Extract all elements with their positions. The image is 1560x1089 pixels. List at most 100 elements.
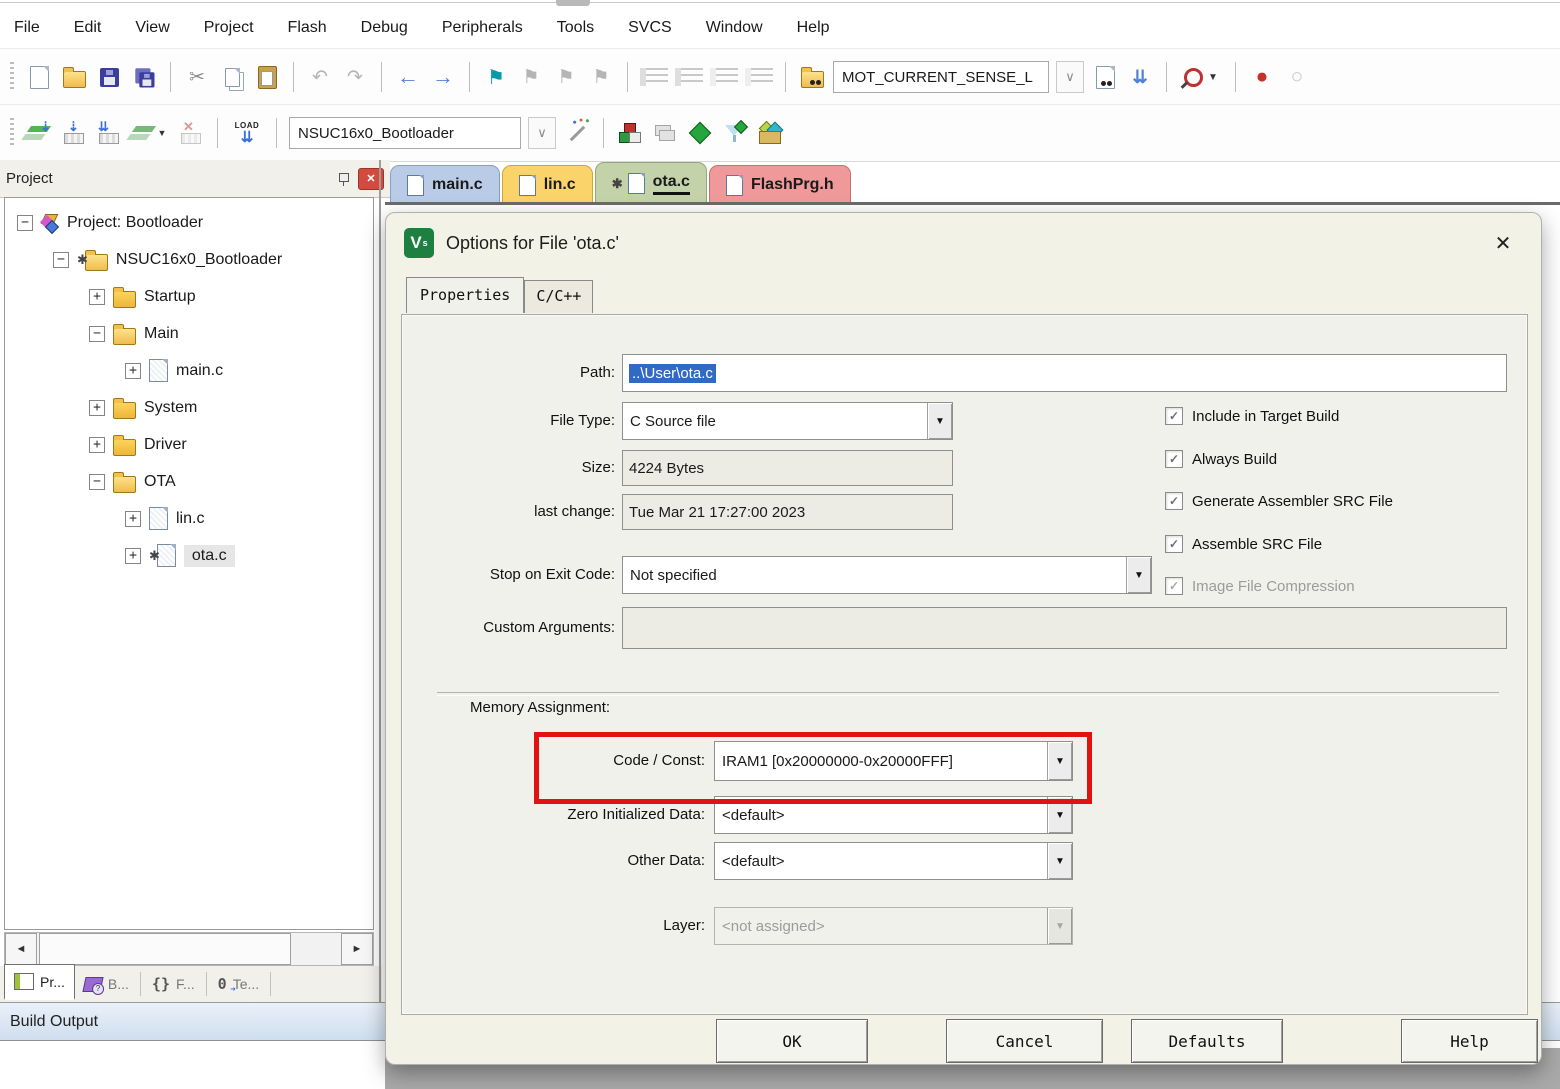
path-input[interactable]: ..\User\ota.c <box>622 354 1507 392</box>
checkbox-always-build[interactable]: ✓ Always Build <box>1165 450 1277 468</box>
tree-row-system[interactable]: + System <box>5 389 373 426</box>
tree-row-startup[interactable]: + Startup <box>5 278 373 315</box>
menu-tools[interactable]: Tools <box>557 19 594 37</box>
menu-help[interactable]: Help <box>797 19 830 37</box>
expand-icon[interactable]: + <box>89 289 105 305</box>
checkbox-assemble-src[interactable]: ✓ Assemble SRC File <box>1165 535 1322 553</box>
dropdown-arrow-icon[interactable]: ▼ <box>1126 557 1151 593</box>
run-to-cursor-button[interactable]: ▼ <box>1179 63 1223 91</box>
navigate-forward-button[interactable]: → <box>429 63 457 91</box>
tree-row-ota-c[interactable]: + ✱ ota.c <box>5 537 373 574</box>
tree-row-main-group[interactable]: − Main <box>5 315 373 352</box>
dropdown-arrow-icon[interactable]: ▼ <box>1047 843 1072 879</box>
redo-button[interactable]: ↷ <box>341 63 369 91</box>
checkbox-generate-assembler-src[interactable]: ✓ Generate Assembler SRC File <box>1165 492 1393 510</box>
help-button[interactable]: Help <box>1401 1019 1538 1063</box>
tree-row-main-c[interactable]: + main.c <box>5 352 373 389</box>
collapse-icon[interactable]: − <box>17 215 33 231</box>
collapse-icon[interactable]: − <box>53 252 69 268</box>
rebuild-button[interactable]: ⇊ <box>95 119 123 147</box>
manage-project-items-button[interactable] <box>616 119 644 147</box>
menu-window[interactable]: Window <box>706 19 763 37</box>
cancel-button[interactable]: Cancel <box>946 1019 1103 1063</box>
indent-right-button[interactable] <box>675 63 703 91</box>
dropdown-arrow-icon[interactable]: ▼ <box>927 403 952 439</box>
build-button[interactable]: ⇣ <box>60 119 88 147</box>
menu-flash[interactable]: Flash <box>288 19 327 37</box>
scroll-left-button[interactable]: ◄ <box>5 933 37 965</box>
menu-peripherals[interactable]: Peripherals <box>442 19 523 37</box>
tab-properties[interactable]: Properties <box>406 277 524 313</box>
editor-tab-flashprg-h[interactable]: FlashPrg.h <box>709 165 851 204</box>
translate-button[interactable]: ⇣ <box>25 119 53 147</box>
target-combobox[interactable]: NSUC16x0_Bootloader <box>289 117 521 149</box>
tab-books[interactable]: B... <box>75 966 138 1002</box>
tab-project[interactable]: Pr... <box>4 964 75 1000</box>
undo-button[interactable]: ↶ <box>306 63 334 91</box>
stop-on-exit-combobox[interactable]: Not specified ▼ <box>622 556 1152 594</box>
dialog-close-button[interactable]: ✕ <box>1489 229 1517 257</box>
pin-icon[interactable] <box>338 172 348 186</box>
checkbox-checked-icon[interactable]: ✓ <box>1165 450 1183 468</box>
checkbox-checked-icon[interactable]: ✓ <box>1165 407 1183 425</box>
scroll-thumb[interactable] <box>39 933 291 965</box>
incremental-find-button[interactable]: ⇊ <box>1126 63 1154 91</box>
dialog-titlebar[interactable]: Vs Options for File 'ota.c' <box>386 213 1541 273</box>
expand-icon[interactable]: + <box>125 548 141 564</box>
uncomment-button[interactable] <box>745 63 773 91</box>
indent-left-button[interactable] <box>640 63 668 91</box>
target-dropdown-button[interactable]: ∨ <box>528 117 556 149</box>
manage-rte-button[interactable] <box>686 119 714 147</box>
select-packs-button[interactable] <box>721 119 749 147</box>
ok-button[interactable]: OK <box>716 1019 868 1063</box>
other-data-combobox[interactable]: <default> ▼ <box>714 842 1073 880</box>
menu-project[interactable]: Project <box>204 19 254 37</box>
bookmark-toggle-button[interactable]: ⚑ <box>482 63 510 91</box>
toolbar-grip[interactable] <box>10 62 14 92</box>
comment-button[interactable] <box>710 63 738 91</box>
target-options-wand-button[interactable] <box>563 119 591 147</box>
tree-row-ota-group[interactable]: − OTA <box>5 463 373 500</box>
checkbox-checked-icon[interactable]: ✓ <box>1165 535 1183 553</box>
checkbox-include-in-target-build[interactable]: ✓ Include in Target Build <box>1165 407 1339 425</box>
cut-button[interactable]: ✂ <box>183 63 211 91</box>
menu-view[interactable]: View <box>135 19 169 37</box>
expand-icon[interactable]: + <box>89 437 105 453</box>
tree-row-project[interactable]: − Project: Bootloader <box>5 204 373 241</box>
insert-breakpoint-button[interactable]: ● <box>1248 63 1276 91</box>
expand-icon[interactable]: + <box>89 400 105 416</box>
collapse-icon[interactable]: − <box>89 474 105 490</box>
bookmark-next-button[interactable]: ⚑ <box>552 63 580 91</box>
new-file-button[interactable] <box>25 63 53 91</box>
search-dropdown-button[interactable]: ∨ <box>1056 61 1084 93</box>
search-combobox[interactable]: MOT_CURRENT_SENSE_L <box>833 61 1049 93</box>
bookmark-clear-button[interactable]: ⚑ <box>587 63 615 91</box>
pack-installer-button[interactable] <box>756 119 784 147</box>
tab-c-cpp[interactable]: C/C++ <box>524 280 593 313</box>
collapse-icon[interactable]: − <box>89 326 105 342</box>
expand-icon[interactable]: + <box>125 511 141 527</box>
editor-tab-lin-c[interactable]: lin.c <box>502 165 593 204</box>
find-in-files-button[interactable] <box>798 63 826 91</box>
menu-edit[interactable]: Edit <box>74 19 102 37</box>
stop-build-button[interactable]: ✕ <box>177 119 205 147</box>
save-button[interactable] <box>95 63 123 91</box>
tree-hscrollbar[interactable]: ◄ ► <box>4 932 374 966</box>
disable-breakpoint-button[interactable]: ○ <box>1283 63 1311 91</box>
bookmark-prev-button[interactable]: ⚑ <box>517 63 545 91</box>
file-extensions-button[interactable] <box>651 119 679 147</box>
tab-templates[interactable]: 0 Te... <box>209 966 269 1002</box>
editor-tab-main-c[interactable]: main.c <box>390 165 500 204</box>
menu-svcs[interactable]: SVCS <box>628 19 672 37</box>
editor-tab-ota-c[interactable]: ✱ ota.c <box>595 162 707 204</box>
download-button[interactable]: LOAD ⇊ <box>230 122 264 145</box>
copy-button[interactable] <box>218 63 246 91</box>
expand-icon[interactable]: + <box>125 363 141 379</box>
defaults-button[interactable]: Defaults <box>1131 1019 1283 1063</box>
menu-debug[interactable]: Debug <box>361 19 408 37</box>
scroll-right-button[interactable]: ► <box>341 933 373 965</box>
batch-build-button[interactable]: ▼ <box>130 119 170 147</box>
save-all-button[interactable] <box>130 63 158 91</box>
menu-file[interactable]: File <box>14 19 40 37</box>
tree-row-target[interactable]: − ✱ NSUC16x0_Bootloader <box>5 241 373 278</box>
